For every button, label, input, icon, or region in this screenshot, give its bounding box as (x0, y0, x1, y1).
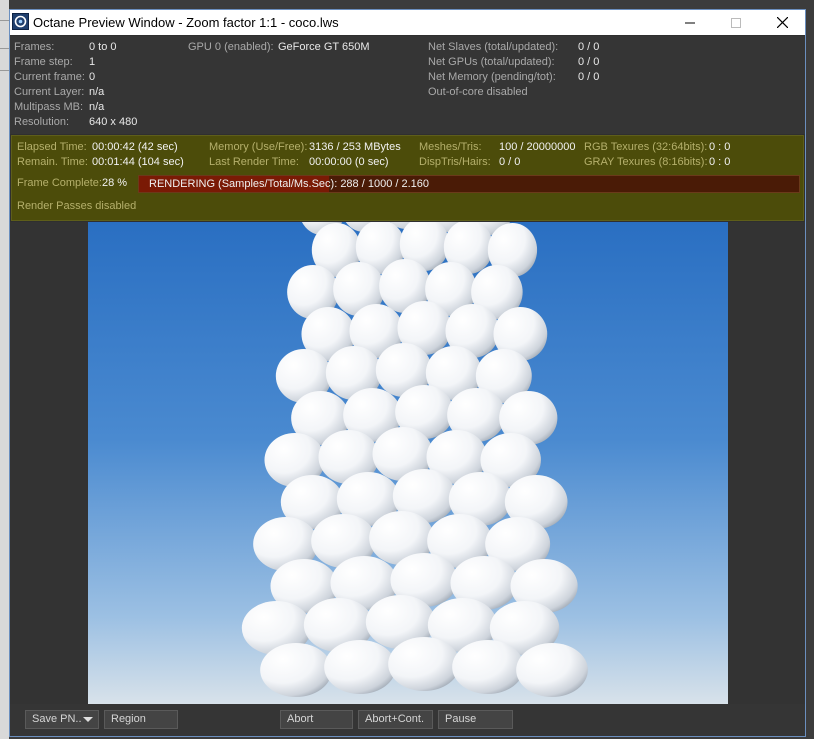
net-slaves-label: Net Slaves (total/updated): (428, 41, 559, 53)
remaining-time-label: Remain. Time: (17, 156, 88, 168)
last-render-value: 00:00:00 (0 sec) (309, 156, 389, 168)
save-format-label: Save PN.. (32, 713, 82, 725)
multipass-label: Multipass MB: (14, 101, 84, 113)
meshes-label: Meshes/Tris: (419, 141, 482, 153)
current-layer-value: n/a (89, 86, 105, 98)
octane-app-icon (12, 13, 29, 30)
last-render-label: Last Render Time: (209, 156, 299, 168)
desktop-backdrop (0, 0, 9, 739)
window-title: Octane Preview Window - Zoom factor 1:1 … (33, 15, 339, 30)
close-button[interactable] (759, 10, 805, 35)
rendering-status-text: RENDERING (Samples/Total/Ms.Sec): 288 / … (149, 178, 430, 190)
net-gpus-value: 0 / 0 (578, 56, 600, 68)
corn-cob-kernels (241, 222, 588, 697)
gpu-label: GPU 0 (enabled): (188, 41, 274, 53)
abort-continue-button[interactable]: Abort+Cont. (358, 710, 433, 729)
abort-label: Abort (287, 713, 314, 725)
corn-render-graphic (241, 222, 588, 697)
maximize-button[interactable] (713, 10, 759, 35)
frame-complete-label: Frame Complete: (17, 177, 102, 189)
frame-step-label: Frame step: (14, 56, 73, 68)
out-of-core-status: Out-of-core disabled (428, 86, 528, 98)
corn-kernel (388, 637, 460, 691)
title-bar[interactable]: Octane Preview Window - Zoom factor 1:1 … (10, 10, 805, 35)
frames-value: 0 to 0 (89, 41, 117, 53)
render-viewport[interactable] (10, 222, 805, 704)
rgb-textures-value: 0 : 0 (709, 141, 731, 153)
backdrop-mark (0, 70, 9, 71)
corn-kernel (260, 643, 332, 697)
save-format-dropdown[interactable]: Save PN.. (25, 710, 99, 729)
disptris-value: 0 / 0 (499, 156, 521, 168)
bottom-toolbar: Save PN.. Region Abort Abort+Cont. Pause (10, 704, 805, 736)
meshes-value: 100 / 20000000 (499, 141, 576, 153)
render-progress-bar: RENDERING (Samples/Total/Ms.Sec): 288 / … (138, 175, 800, 193)
net-gpus-label: Net GPUs (total/updated): (428, 56, 555, 68)
render-status-panel: Elapsed Time: 00:00:42 (42 sec) Remain. … (11, 135, 804, 221)
frame-complete-value: 28 % (102, 177, 128, 189)
region-button[interactable]: Region (104, 710, 178, 729)
gray-textures-label: GRAY Texures (8:16bits): (584, 156, 708, 168)
chevron-down-icon (83, 717, 93, 722)
render-passes-status: Render Passes disabled (17, 200, 137, 212)
corn-kernel (516, 643, 588, 697)
minimize-button[interactable] (667, 10, 713, 35)
disptris-label: DispTris/Hairs: (419, 156, 491, 168)
resolution-value: 640 x 480 (89, 116, 138, 128)
current-layer-label: Current Layer: (14, 86, 85, 98)
rgb-textures-label: RGB Texures (32:64bits): (584, 141, 708, 153)
pause-label: Pause (445, 713, 477, 725)
abort-continue-label: Abort+Cont. (365, 713, 425, 725)
corn-kernel (452, 640, 524, 694)
region-label: Region (111, 713, 146, 725)
memory-value: 3136 / 253 MBytes (309, 141, 401, 153)
frames-label: Frames: (14, 41, 55, 53)
current-frame-label: Current frame: (14, 71, 85, 83)
close-icon (776, 17, 788, 28)
octane-preview-window: Octane Preview Window - Zoom factor 1:1 … (9, 9, 806, 737)
elapsed-time-label: Elapsed Time: (17, 141, 87, 153)
backdrop-mark (0, 20, 9, 21)
frame-step-value: 1 (89, 56, 96, 68)
abort-button[interactable]: Abort (280, 710, 353, 729)
net-memory-label: Net Memory (pending/tot): (428, 71, 556, 83)
current-frame-value: 0 (89, 71, 96, 83)
backdrop-mark (0, 48, 9, 49)
minimize-icon (685, 22, 695, 23)
memory-label: Memory (Use/Free): (209, 141, 308, 153)
net-slaves-value: 0 / 0 (578, 41, 600, 53)
gpu-value: GeForce GT 650M (278, 41, 370, 53)
resolution-label: Resolution: (14, 116, 70, 128)
gray-textures-value: 0 : 0 (709, 156, 731, 168)
pause-button[interactable]: Pause (438, 710, 513, 729)
net-memory-value: 0 / 0 (578, 71, 600, 83)
multipass-value: n/a (89, 101, 105, 113)
remaining-time-value: 00:01:44 (104 sec) (92, 156, 184, 168)
elapsed-time-value: 00:00:42 (42 sec) (92, 141, 178, 153)
scene-info-panel: Frames: 0 to 0 Frame step: 1 Current fra… (10, 36, 805, 134)
corn-kernel (324, 640, 396, 694)
maximize-icon (731, 17, 741, 28)
render-image (88, 222, 728, 704)
